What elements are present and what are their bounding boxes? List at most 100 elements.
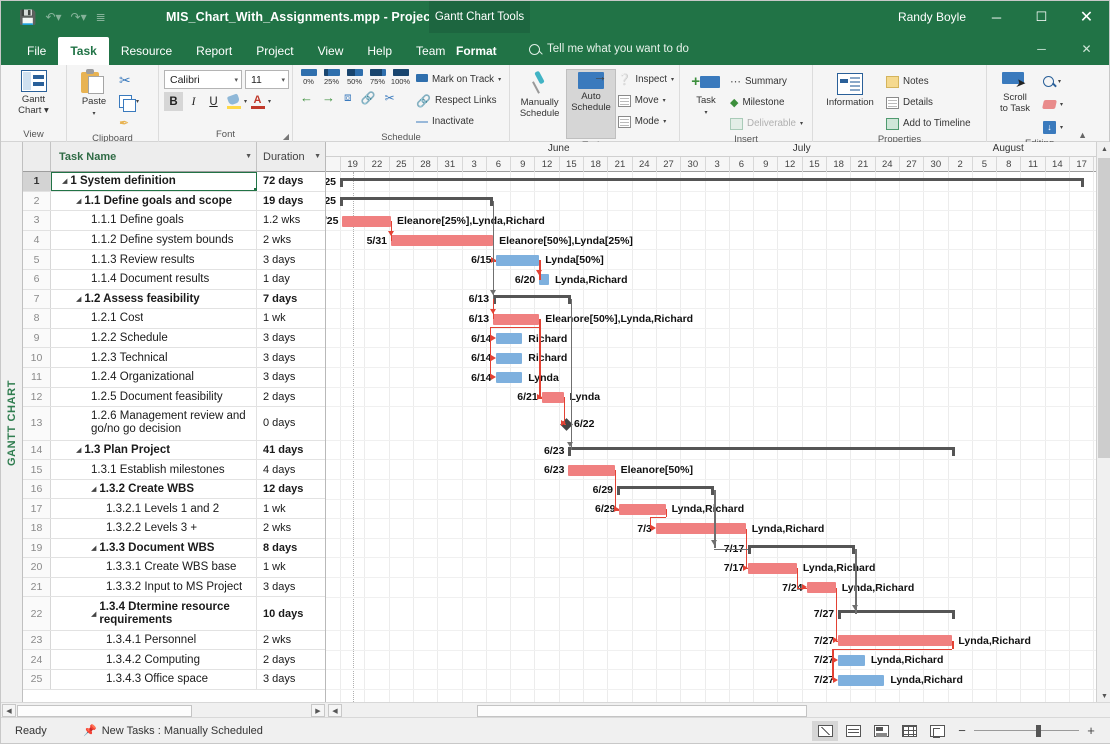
summary-bar[interactable] bbox=[748, 544, 856, 554]
task-name-cell[interactable]: 1.2.3 Technical bbox=[51, 348, 257, 367]
table-row[interactable]: 16 ◢ 1.3.2 Create WBS 12 days bbox=[23, 479, 325, 500]
task-name-cell[interactable]: 1.3.4.1 Personnel bbox=[51, 630, 257, 650]
table-row[interactable]: 11 1.2.4 Organizational 3 days bbox=[23, 367, 325, 388]
gantt-bar[interactable] bbox=[495, 333, 523, 345]
table-row[interactable]: 9 1.2.2 Schedule 3 days bbox=[23, 328, 325, 349]
clear-button[interactable]: ▾ bbox=[1042, 95, 1063, 114]
duration-cell[interactable]: 2 wks bbox=[257, 631, 325, 650]
table-row[interactable]: 22 ◢ 1.3.4 Dtermine resource requirements 1… bbox=[23, 597, 325, 631]
summary-bar[interactable] bbox=[493, 295, 571, 305]
task-name-cell[interactable]: ◢ 1.3.3 Document WBS bbox=[51, 538, 257, 558]
paste-button[interactable]: Paste ▾ bbox=[72, 68, 116, 120]
zoom-slider-thumb[interactable] bbox=[1036, 724, 1041, 737]
tab-task[interactable]: Task bbox=[58, 37, 109, 65]
collapse-triangle-icon[interactable]: ◢ bbox=[76, 295, 81, 303]
row-number[interactable]: 24 bbox=[23, 650, 51, 670]
percent-25-button[interactable]: 25% bbox=[321, 69, 342, 86]
duration-cell[interactable]: 3 days bbox=[257, 329, 325, 348]
percent-75-button[interactable]: 75% bbox=[367, 69, 388, 86]
collapse-triangle-icon[interactable]: ◢ bbox=[91, 485, 96, 493]
duration-cell[interactable]: 2 wks bbox=[257, 231, 325, 250]
font-color-button[interactable]: A bbox=[248, 92, 267, 111]
gantt-bar[interactable] bbox=[495, 372, 523, 384]
customize-quick-access-icon[interactable]: ≣ bbox=[96, 11, 106, 23]
close-button[interactable]: ✕ bbox=[1064, 1, 1109, 33]
duration-cell[interactable]: 1 day bbox=[257, 270, 325, 289]
team-planner-view-button[interactable] bbox=[868, 721, 894, 741]
table-row[interactable]: 4 1.1.2 Define system bounds 2 wks bbox=[23, 230, 325, 251]
duration-cell[interactable]: 2 days bbox=[257, 650, 325, 669]
fill-color-caret-icon[interactable]: ▾ bbox=[244, 98, 247, 105]
auto-schedule-button[interactable]: Auto Schedule bbox=[566, 68, 616, 139]
inactivate-button[interactable]: ⎯⎯ Inactivate bbox=[416, 112, 501, 131]
collapse-triangle-icon[interactable]: ◢ bbox=[91, 544, 96, 552]
table-row[interactable]: 5 1.1.3 Review results 3 days bbox=[23, 250, 325, 270]
reports-view-button[interactable] bbox=[924, 721, 950, 741]
task-name-cell[interactable]: 1.3.2.1 Levels 1 and 2 bbox=[51, 499, 257, 518]
italic-button[interactable]: I bbox=[184, 92, 203, 111]
task-name-cell[interactable]: 1.3.3.1 Create WBS base bbox=[51, 558, 257, 577]
chart-hscrollbar[interactable]: ◀ bbox=[327, 703, 1110, 718]
scroll-up-button[interactable]: ▲ bbox=[1097, 142, 1110, 157]
row-number[interactable]: 18 bbox=[23, 519, 51, 538]
save-icon[interactable]: 💾 bbox=[19, 10, 36, 24]
row-number[interactable]: 21 bbox=[23, 577, 51, 597]
duration-cell[interactable]: 8 days bbox=[257, 539, 325, 558]
duration-cell[interactable]: 7 days bbox=[257, 290, 325, 309]
indent-icon[interactable]: → bbox=[322, 90, 335, 105]
row-number[interactable]: 7 bbox=[23, 289, 51, 309]
row-number[interactable]: 1 bbox=[23, 172, 51, 191]
gantt-bar[interactable] bbox=[655, 523, 746, 535]
task-name-cell[interactable]: 1.2.4 Organizational bbox=[51, 367, 257, 387]
copy-button[interactable]: ▾ bbox=[119, 92, 139, 112]
table-row[interactable]: 14 ◢ 1.3 Plan Project 41 days bbox=[23, 440, 325, 461]
duration-cell[interactable]: 41 days bbox=[257, 441, 325, 460]
scroll-to-task-button[interactable]: ➤ Scroll to Task bbox=[992, 70, 1038, 114]
grid-scroll-right-button[interactable]: ▶ bbox=[311, 704, 325, 717]
row-number[interactable]: 15 bbox=[23, 460, 51, 479]
fill-down-button[interactable]: ↓ ▾ bbox=[1043, 118, 1063, 137]
duration-cell[interactable]: 1 wk bbox=[257, 309, 325, 328]
details-button[interactable]: Details bbox=[886, 93, 971, 112]
move-caret-icon[interactable]: ▾ bbox=[663, 97, 666, 104]
collapse-ribbon-icon[interactable]: ▲ bbox=[1078, 130, 1087, 140]
duration-cell[interactable]: 10 days bbox=[257, 597, 325, 630]
gantt-bar[interactable] bbox=[838, 654, 865, 666]
fill-caret-icon[interactable]: ▾ bbox=[1060, 124, 1063, 131]
outdent-icon[interactable]: ← bbox=[300, 90, 313, 105]
filter-chevron-icon[interactable]: ▼ bbox=[314, 153, 321, 160]
tab-help[interactable]: Help bbox=[355, 37, 404, 65]
row-number[interactable]: 8 bbox=[23, 309, 51, 328]
summary-bar[interactable] bbox=[340, 177, 1084, 187]
row-number[interactable]: 20 bbox=[23, 558, 51, 577]
table-row[interactable]: 10 1.2.3 Technical 3 days bbox=[23, 348, 325, 368]
inspect-button[interactable]: ❔ Inspect ▾ bbox=[618, 70, 674, 89]
duration-cell[interactable]: 2 wks bbox=[257, 519, 325, 538]
gantt-bar[interactable] bbox=[838, 635, 953, 647]
task-name-cell[interactable]: 1.2.1 Cost bbox=[51, 309, 257, 328]
task-name-cell[interactable]: ◢ 1.1 Define goals and scope bbox=[51, 191, 257, 211]
task-name-cell[interactable]: ◢ 1.3.2 Create WBS bbox=[51, 479, 257, 499]
row-number[interactable]: 23 bbox=[23, 630, 51, 650]
percent-0-button[interactable]: 0% bbox=[298, 69, 319, 86]
chart-vertical-scrollbar[interactable]: ▲ ▼ bbox=[1096, 142, 1110, 704]
row-number[interactable]: 12 bbox=[23, 387, 51, 407]
chart-hscroll-thumb[interactable] bbox=[477, 704, 807, 717]
gantt-bar[interactable] bbox=[619, 503, 666, 515]
gantt-canvas[interactable]: 5/25 5/25 5/25 Eleanore[25%],Lynda,Richard 5… bbox=[326, 172, 1110, 704]
task-name-cell[interactable]: 1.3.1 Establish milestones bbox=[51, 460, 257, 479]
table-row[interactable]: 13 1.2.6 Management review and go/no go d… bbox=[23, 407, 325, 441]
table-row[interactable]: 21 1.3.3.2 Input to MS Project 3 days bbox=[23, 577, 325, 598]
percent-50-button[interactable]: 50% bbox=[344, 69, 365, 86]
ribbon-minimize-button[interactable]: ─ bbox=[1019, 33, 1064, 65]
mark-on-track-button[interactable]: Mark on Track ▾ bbox=[416, 70, 501, 89]
zoom-out-button[interactable]: − bbox=[956, 723, 968, 738]
task-name-cell[interactable]: 1.2.5 Document feasibility bbox=[51, 387, 257, 407]
table-row[interactable]: 20 1.3.3.1 Create WBS base 1 wk bbox=[23, 558, 325, 578]
clear-caret-icon[interactable]: ▾ bbox=[1060, 101, 1063, 108]
task-usage-view-button[interactable] bbox=[840, 721, 866, 741]
row-number[interactable]: 19 bbox=[23, 538, 51, 558]
row-number[interactable]: 3 bbox=[23, 211, 51, 230]
respect-links-button[interactable]: 🔗 Respect Links bbox=[416, 91, 501, 110]
notes-button[interactable]: Notes bbox=[886, 72, 971, 91]
